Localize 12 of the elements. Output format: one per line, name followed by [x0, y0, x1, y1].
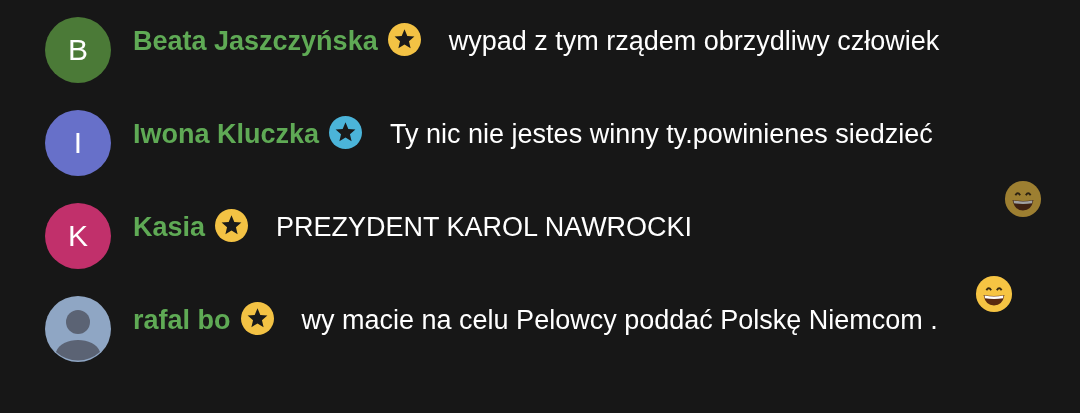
author-name[interactable]: rafal bo	[133, 305, 231, 335]
author-name[interactable]: Kasia	[133, 212, 206, 242]
author-name[interactable]: Beata Jaszczyńska	[133, 26, 378, 56]
avatar-silhouette	[45, 296, 111, 362]
author-name[interactable]: Iwona Kluczka	[133, 119, 320, 149]
message-text: wy macie na celu Pelowcy poddać Polskę Niemcom .	[301, 305, 938, 335]
avatar: B	[45, 17, 111, 83]
avatar: I	[45, 110, 111, 176]
avatar: K	[45, 203, 111, 269]
message-text: PREZYDENT KAROL NAWROCKI	[276, 212, 693, 242]
message-text: Ty nic nie jestes winny ty.powinienes siedzieć	[390, 119, 933, 149]
message-text: wypad z tym rządem obrzydliwy człowiek	[448, 26, 940, 56]
